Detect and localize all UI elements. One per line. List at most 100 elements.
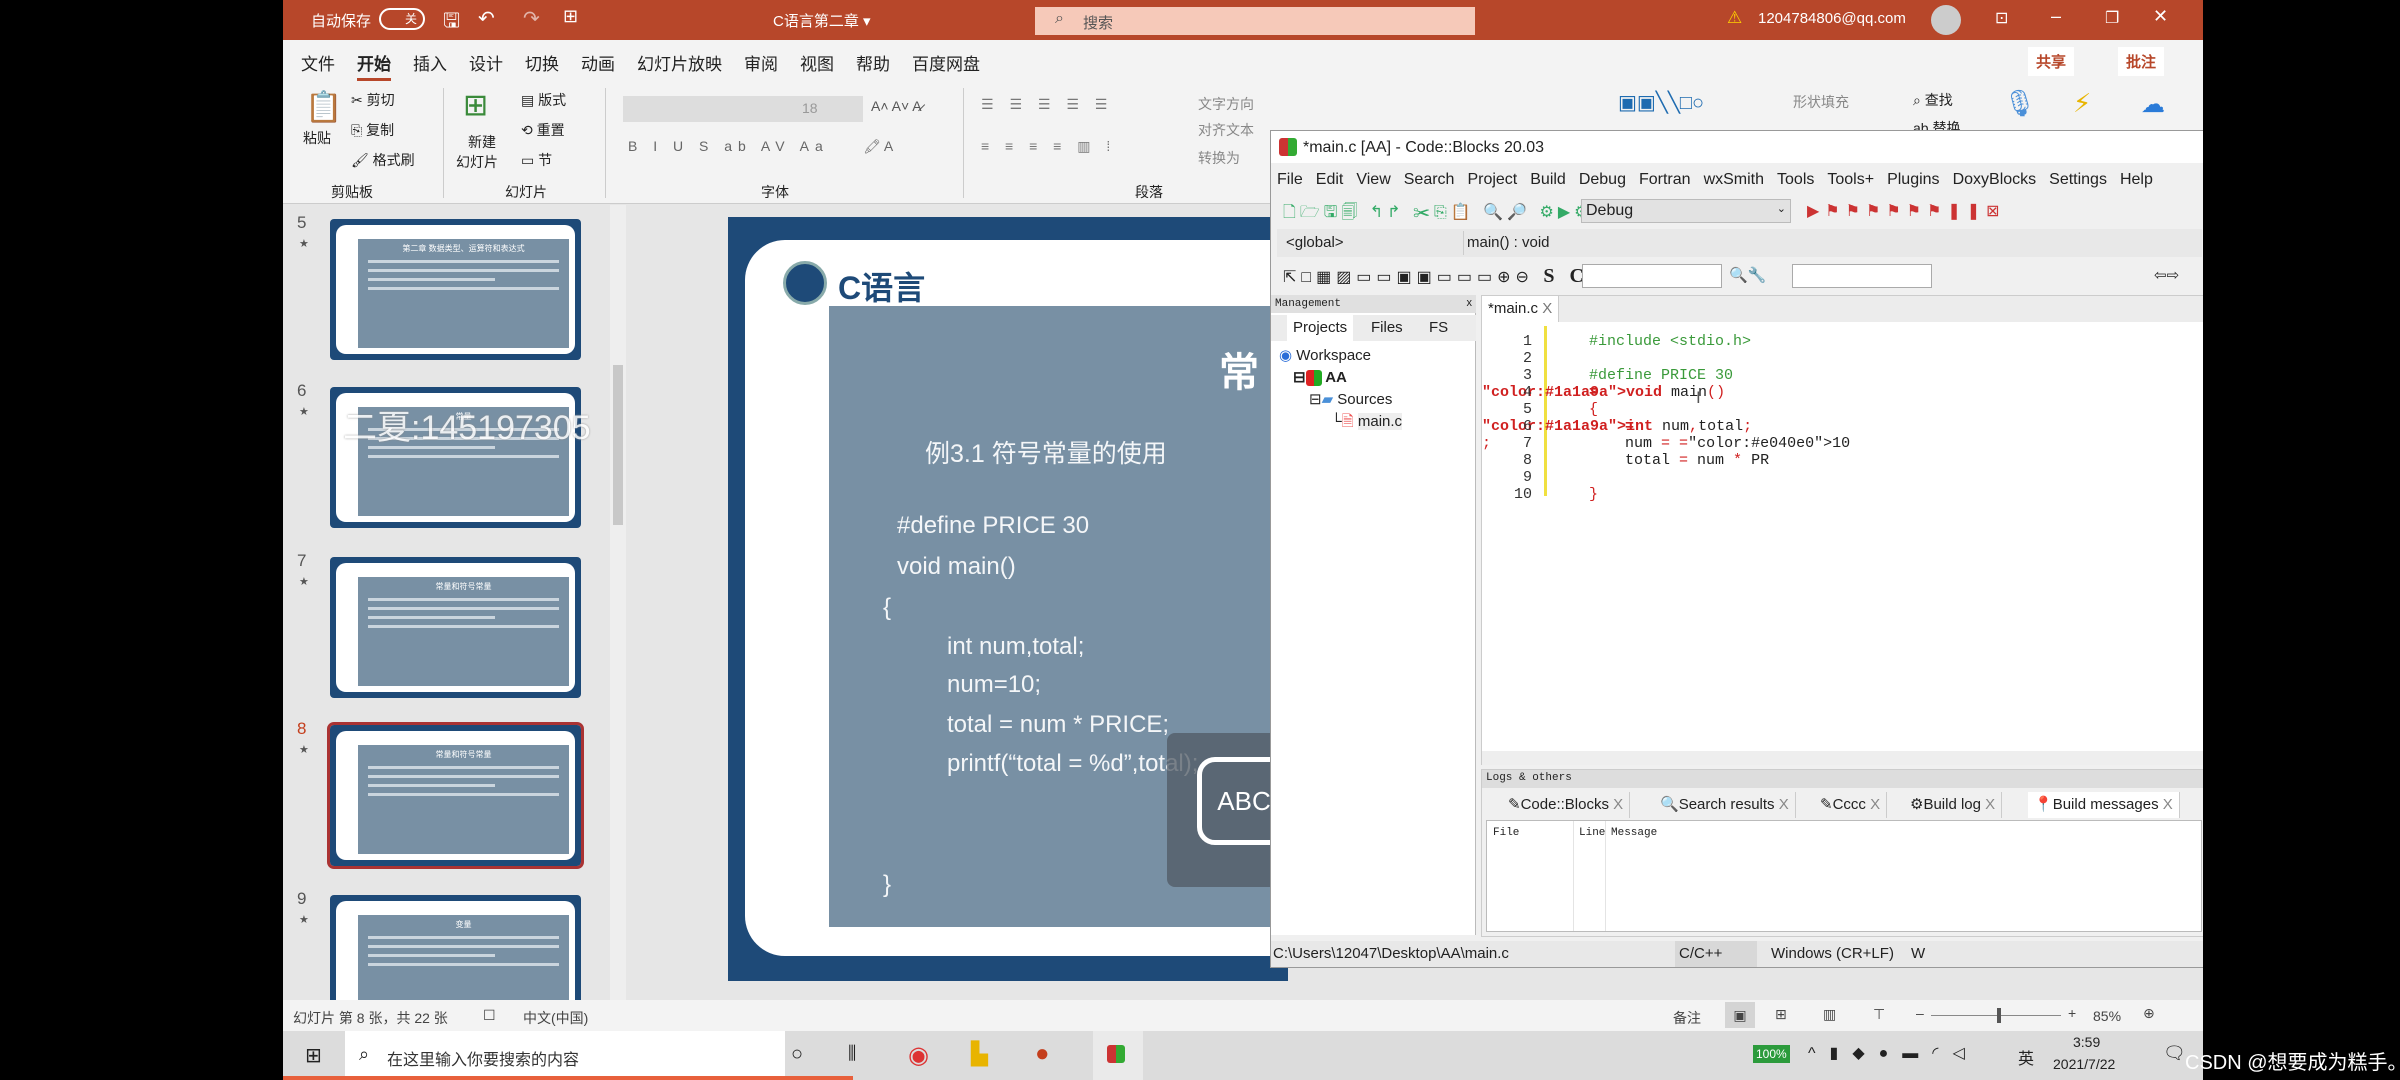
- slide-thumbnail[interactable]: 变量: [330, 895, 581, 1000]
- battery-indicator[interactable]: 100%: [1753, 1045, 1790, 1063]
- chrome-icon[interactable]: ◉: [908, 1041, 929, 1070]
- avatar[interactable]: [1931, 5, 1961, 35]
- tree-folder[interactable]: ⊟▰ Sources: [1279, 389, 1402, 411]
- build-target-select[interactable]: Debug ⌄: [1581, 199, 1791, 223]
- taskbar-search[interactable]: ⌕ 在这里输入你要搜索的内容: [345, 1031, 785, 1080]
- menu-project[interactable]: Project: [1467, 171, 1517, 188]
- log-tab[interactable]: ✎Cccc X: [1814, 792, 1888, 818]
- editor-tab-main-c[interactable]: *main.c X: [1482, 296, 1560, 322]
- code-line[interactable]: 3 #define PRICE 30: [1482, 367, 2202, 384]
- clock-time[interactable]: 3:59: [2073, 1034, 2100, 1050]
- powerpoint-icon[interactable]: ●: [1035, 1040, 1050, 1068]
- col-message[interactable]: Message: [1611, 827, 1657, 839]
- list-buttons[interactable]: ☰ ☰ ☰ ☰ ☰: [981, 96, 1113, 113]
- tab-home[interactable]: 开始: [357, 50, 391, 81]
- tab-slideshow[interactable]: 幻灯片放映: [637, 50, 722, 81]
- clock-date[interactable]: 2021/7/22: [2053, 1056, 2115, 1072]
- autosave-toggle[interactable]: 关: [379, 8, 425, 30]
- code-line[interactable]: 9: [1482, 469, 2202, 486]
- tab-projects[interactable]: Projects: [1287, 315, 1354, 341]
- present-icon[interactable]: ⊞: [563, 6, 578, 27]
- ime-indicator[interactable]: 英: [2018, 1045, 2034, 1069]
- tab-view[interactable]: 视图: [800, 50, 834, 81]
- menu-doxyblocks[interactable]: DoxyBlocks: [1953, 171, 2037, 188]
- log-tab[interactable]: ⚙Build log X: [1904, 792, 2003, 818]
- document-title[interactable]: C语言第二章 ▾: [773, 10, 871, 31]
- undo-icon[interactable]: ↶: [478, 6, 495, 31]
- minimize-button[interactable]: –: [2051, 6, 2061, 27]
- tree-project[interactable]: ⊟ AA: [1279, 367, 1402, 389]
- code-line[interactable]: 1 #include <stdio.h>: [1482, 333, 2202, 350]
- slide-thumbnail[interactable]: 常量和符号常量: [327, 722, 584, 869]
- close-tab-icon[interactable]: X: [2163, 796, 2173, 813]
- find-button[interactable]: ⌕ 查找: [1913, 90, 1953, 110]
- close-tab-icon[interactable]: X: [1613, 796, 1623, 813]
- new-slide-label[interactable]: 新建: [468, 132, 496, 152]
- align-text-button[interactable]: 对齐文本: [1198, 120, 1254, 140]
- file-explorer-icon[interactable]: ▙: [971, 1041, 988, 1067]
- menu-tools[interactable]: Tools: [1777, 171, 1814, 188]
- close-tab-icon[interactable]: X: [1870, 796, 1880, 813]
- windows-start-icon[interactable]: ⊞: [305, 1043, 322, 1068]
- close-tab-icon[interactable]: X: [1542, 300, 1552, 317]
- menu-edit[interactable]: Edit: [1316, 171, 1344, 188]
- cortana-icon[interactable]: ○: [791, 1043, 803, 1066]
- reading-view-button[interactable]: ▥: [1823, 1006, 1836, 1023]
- slide-sorter-button[interactable]: ⊞: [1775, 1006, 1787, 1023]
- font-format-buttons[interactable]: B I U S ab AV Aa: [628, 138, 829, 154]
- tab-review[interactable]: 审阅: [744, 50, 778, 81]
- paste-button[interactable]: 粘贴: [303, 128, 331, 148]
- restore-button[interactable]: ❐: [2105, 8, 2119, 28]
- menu-settings[interactable]: Settings: [2049, 171, 2107, 188]
- task-view-icon[interactable]: ⫼: [848, 1043, 856, 1064]
- menu-build[interactable]: Build: [1530, 171, 1566, 188]
- shape-fill-button[interactable]: 形状填充: [1793, 92, 1849, 112]
- menu-debug[interactable]: Debug: [1579, 171, 1626, 188]
- convert-smartart-button[interactable]: 转换为: [1198, 148, 1240, 168]
- file-toolbar-icons[interactable]: 🗋🗁🖫🗐 ↰↱ ✂⎘📋 🔍🔎 ⚙▶⚙⟳⊠: [1283, 201, 1627, 228]
- tree-workspace[interactable]: ◉ Workspace: [1279, 345, 1402, 367]
- tab-file[interactable]: 文件: [301, 50, 335, 81]
- font-grow-shrink-icons[interactable]: A˄ A˅ A̷: [871, 98, 922, 114]
- menu-file[interactable]: File: [1277, 171, 1303, 188]
- copy-button[interactable]: ⎘ 复制: [351, 120, 394, 140]
- save-icon[interactable]: 🖫: [443, 6, 460, 40]
- tree-file[interactable]: └🗎 main.c: [1279, 411, 1403, 433]
- search-box[interactable]: ⌕ 搜索: [1035, 7, 1475, 35]
- code-line[interactable]: 4 = "color:#1a1a9a">void main(): [1482, 384, 2202, 401]
- slide-thumbnail[interactable]: 常量和符号常量: [330, 557, 581, 698]
- highlight-font-color-icons[interactable]: 🖍 A: [863, 138, 893, 155]
- menu-wxsmith[interactable]: wxSmith: [1704, 171, 1764, 188]
- menu-plugins[interactable]: Plugins: [1887, 171, 1939, 188]
- new-slide-label-2[interactable]: 幻灯片: [456, 152, 498, 172]
- code-area[interactable]: 1 #include <stdio.h> 2 3 #define PRICE 30 4 = "…: [1482, 333, 2202, 763]
- wxsmith-toolbar-icons[interactable]: ⇱□▦▨▭▭▣▣▭▭▭⊕⊖ S C: [1283, 265, 1589, 288]
- slide-thumbnail[interactable]: 第二章 数据类型、运算符和表达式: [330, 219, 581, 360]
- section-button[interactable]: ▭ 节: [521, 150, 552, 170]
- close-icon[interactable]: x: [1467, 297, 1473, 309]
- codeblocks-taskbar-icon[interactable]: [1093, 1031, 1143, 1080]
- tab-fs[interactable]: FS: [1429, 315, 1448, 341]
- code-line[interactable]: 5{: [1482, 401, 2202, 418]
- paste-icon[interactable]: 📋: [305, 90, 342, 125]
- normal-view-button[interactable]: ▣: [1725, 1002, 1755, 1028]
- close-button[interactable]: ✕: [2153, 6, 2168, 27]
- font-size-select[interactable]: 18: [798, 96, 863, 122]
- menu-help[interactable]: Help: [2120, 171, 2153, 188]
- accessibility-icon[interactable]: ☐: [483, 1007, 496, 1024]
- close-tab-icon[interactable]: X: [1779, 796, 1789, 813]
- log-tab[interactable]: 🔍Search results X: [1654, 792, 1796, 818]
- code-line[interactable]: 6 = "color:#1a1a9a">int num,total;: [1482, 418, 2202, 435]
- font-name-select[interactable]: [623, 96, 798, 122]
- cut-button[interactable]: ✂ 剪切: [351, 90, 395, 110]
- baidu-netdisk-icon[interactable]: ☁: [2141, 90, 2165, 119]
- tab-transitions[interactable]: 切换: [525, 50, 559, 81]
- new-slide-icon[interactable]: ⊞: [463, 88, 488, 123]
- log-tab[interactable]: 📍Build messages X: [2028, 792, 2180, 818]
- fit-slide-icon[interactable]: ⊕: [2143, 1005, 2155, 1022]
- zoom-out-button[interactable]: –: [1916, 1005, 1924, 1021]
- close-tab-icon[interactable]: X: [1985, 796, 1995, 813]
- thumbnail-scrollbar[interactable]: [610, 205, 626, 1000]
- menu-search[interactable]: Search: [1404, 171, 1455, 188]
- reset-button[interactable]: ⟲ 重置: [521, 120, 565, 140]
